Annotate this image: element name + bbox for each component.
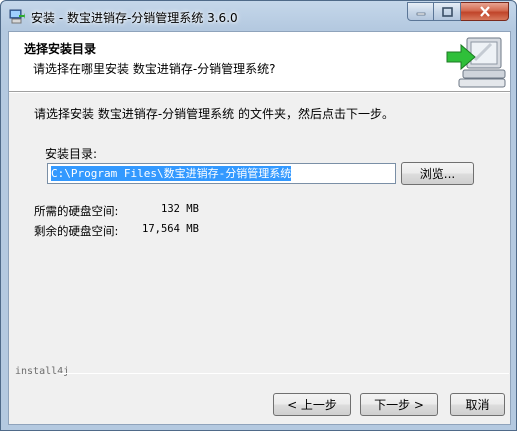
wizard-header: 选择安装目录 请选择在哪里安装 数宝进销存-分销管理系统? <box>9 32 510 92</box>
required-space-value: 132 MB <box>161 203 199 215</box>
required-space-label: 所需的硬盘空间: <box>34 204 119 218</box>
installer-window: 安装 - 数宝进销存-分销管理系统 3.6.0 选择安装目录 请选择在哪里安装 … <box>0 0 517 431</box>
free-space-value: 17,564 MB <box>142 223 199 235</box>
window-title: 安装 - 数宝进销存-分销管理系统 3.6.0 <box>31 11 238 25</box>
minimize-button[interactable] <box>407 2 434 21</box>
minimize-icon <box>416 12 425 15</box>
dialog-body: 选择安装目录 请选择在哪里安装 数宝进销存-分销管理系统? 请选择安装 数宝进销… <box>8 31 511 425</box>
free-space-row: 剩余的硬盘空间: 17,564 MB <box>34 223 199 239</box>
maximize-icon <box>441 6 453 17</box>
back-button[interactable]: < 上一步 <box>273 393 351 416</box>
computer-with-green-arrow-icon <box>446 37 506 88</box>
install-dir-label: 安装目录: <box>45 147 98 161</box>
close-icon <box>479 6 490 17</box>
next-button[interactable]: 下一步 > <box>360 393 438 416</box>
title-bar[interactable]: 安装 - 数宝进销存-分销管理系统 3.6.0 <box>1 1 516 31</box>
header-divider <box>9 92 510 93</box>
browse-button[interactable]: 浏览... <box>401 162 474 185</box>
required-space-row: 所需的硬盘空间: 132 MB <box>34 203 199 219</box>
free-space-label: 剩余的硬盘空间: <box>34 224 119 238</box>
footer-divider <box>59 373 509 374</box>
installer-app-icon <box>9 9 25 24</box>
installer-brand: install4j <box>15 366 70 377</box>
close-button[interactable] <box>461 2 509 21</box>
install-dir-field[interactable]: C:\Program Files\数宝进销存-分销管理系统 <box>47 163 396 184</box>
maximize-button[interactable] <box>434 2 461 21</box>
page-subtitle: 请选择在哪里安装 数宝进销存-分销管理系统? <box>33 62 276 76</box>
cancel-button[interactable]: 取消 <box>450 393 505 416</box>
install-dir-value: C:\Program Files\数宝进销存-分销管理系统 <box>51 166 292 181</box>
instruction-text: 请选择安装 数宝进销存-分销管理系统 的文件夹，然后点击下一步。 <box>34 107 394 121</box>
page-title: 选择安装目录 <box>24 42 97 56</box>
